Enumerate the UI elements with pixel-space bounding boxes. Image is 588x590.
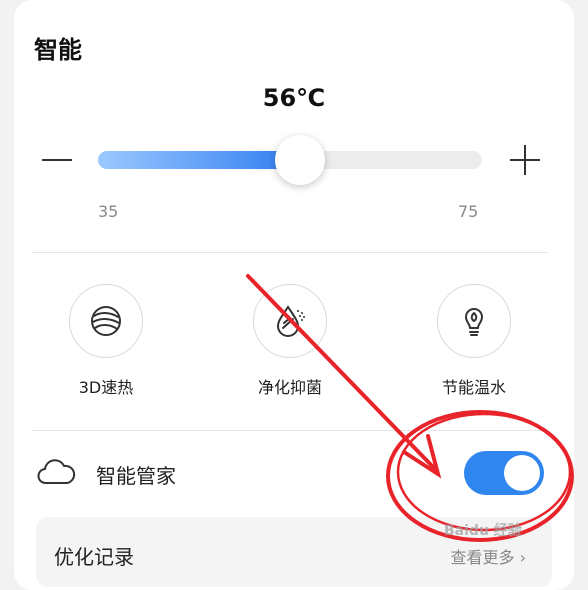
temperature-value: 56℃	[262, 84, 326, 112]
toggle-knob	[504, 455, 540, 491]
section-title: 智能	[34, 36, 82, 64]
slider-thumb[interactable]	[274, 135, 325, 185]
chevron-right-icon: ›	[519, 548, 526, 567]
feature-circle	[437, 284, 511, 358]
feature-circle	[69, 284, 143, 358]
increase-temperature-button[interactable]	[508, 144, 542, 178]
feature-label: 净化抑菌	[257, 378, 322, 397]
smart-manager-row: 智能管家	[36, 448, 546, 500]
feature-circle	[253, 284, 327, 358]
feature-purify[interactable]: 净化抑菌	[220, 284, 360, 398]
energy-bulb-icon	[465, 308, 483, 336]
feature-3d-heat[interactable]: 3D速热	[36, 284, 176, 398]
divider	[32, 430, 548, 431]
smart-manager-toggle[interactable]	[464, 451, 544, 495]
decrease-temperature-button[interactable]	[40, 145, 74, 175]
view-more-link[interactable]: 查看更多 ›	[450, 544, 526, 568]
slider-max-label: 75	[458, 202, 479, 221]
view-more-label: 查看更多	[450, 548, 515, 567]
watermark: Baidu 经验	[444, 523, 522, 539]
temperature-slider[interactable]	[98, 135, 482, 185]
divider	[32, 252, 548, 253]
optimize-record-title: 优化记录	[54, 545, 134, 569]
smart-manager-label: 智能管家	[96, 464, 176, 488]
feature-label: 节能温水	[441, 378, 506, 397]
3d-heat-icon	[91, 306, 121, 336]
slider-fill	[98, 151, 300, 169]
feature-label: 3D速热	[78, 378, 134, 397]
slider-min-label: 35	[98, 202, 119, 221]
purify-drop-icon	[276, 305, 305, 337]
feature-energy-save[interactable]: 节能温水	[404, 284, 544, 398]
cloud-icon	[37, 459, 76, 484]
